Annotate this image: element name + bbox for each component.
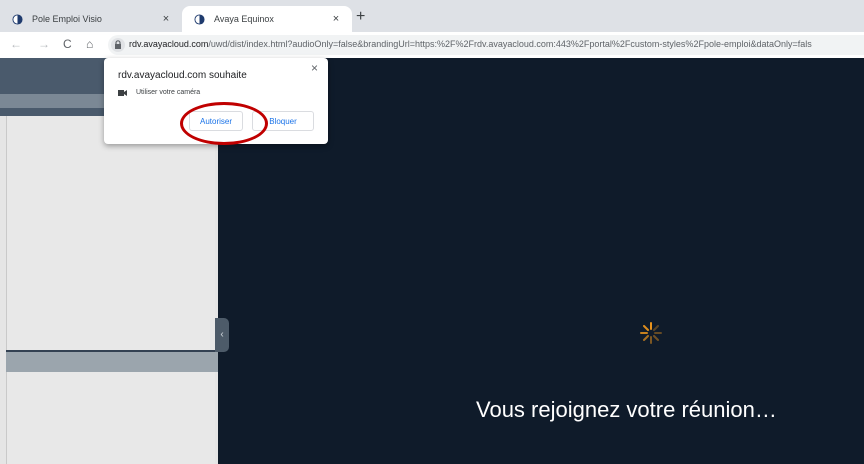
- permission-label: Utiliser votre caméra: [136, 89, 201, 96]
- new-tab-button[interactable]: +: [356, 9, 365, 25]
- lock-icon[interactable]: [111, 38, 125, 52]
- left-panel-lower-area: [6, 372, 215, 464]
- left-panel-divider: [6, 350, 218, 372]
- left-panel-upper-area: [6, 116, 215, 352]
- tab-avaya-equinox[interactable]: Avaya Equinox ×: [182, 6, 352, 32]
- collapse-panel-handle[interactable]: ‹: [215, 318, 229, 352]
- tab-favicon-icon: [194, 14, 205, 25]
- url-host: rdv.avayacloud.com: [129, 39, 209, 49]
- permission-request: Utiliser votre caméra: [118, 89, 200, 96]
- forward-button[interactable]: →: [38, 37, 50, 51]
- tab-strip: Pole Emploi Visio × Avaya Equinox × +: [0, 0, 864, 32]
- popup-close-icon[interactable]: ×: [311, 61, 318, 75]
- reload-button[interactable]: C: [63, 37, 72, 51]
- popup-origin-text: rdv.avayacloud.com souhaite: [118, 70, 247, 81]
- address-bar[interactable]: rdv.avayacloud.com/uwd/dist/index.html?a…: [108, 35, 864, 55]
- tab-favicon-icon: [12, 14, 23, 25]
- tab-title: Pole Emploi Visio: [32, 14, 102, 24]
- tab-close-icon[interactable]: ×: [330, 13, 342, 25]
- browser-toolbar: ← → C ⌂ rdv.avayacloud.com/uwd/dist/inde…: [0, 32, 864, 59]
- tab-title: Avaya Equinox: [214, 14, 274, 24]
- highlight-circle: [180, 102, 268, 145]
- camera-icon: [118, 89, 127, 96]
- tab-pole-emploi-visio[interactable]: Pole Emploi Visio ×: [0, 6, 182, 32]
- tab-close-icon[interactable]: ×: [160, 13, 172, 25]
- back-button[interactable]: ←: [10, 37, 22, 51]
- home-button[interactable]: ⌂: [86, 37, 93, 51]
- url-text[interactable]: rdv.avayacloud.com/uwd/dist/index.html?a…: [129, 39, 812, 49]
- joining-status-text: Vous rejoignez votre réunion…: [476, 397, 777, 422]
- url-path: /uwd/dist/index.html?audioOnly=false&bra…: [208, 39, 812, 49]
- loading-spinner-icon: [640, 322, 662, 344]
